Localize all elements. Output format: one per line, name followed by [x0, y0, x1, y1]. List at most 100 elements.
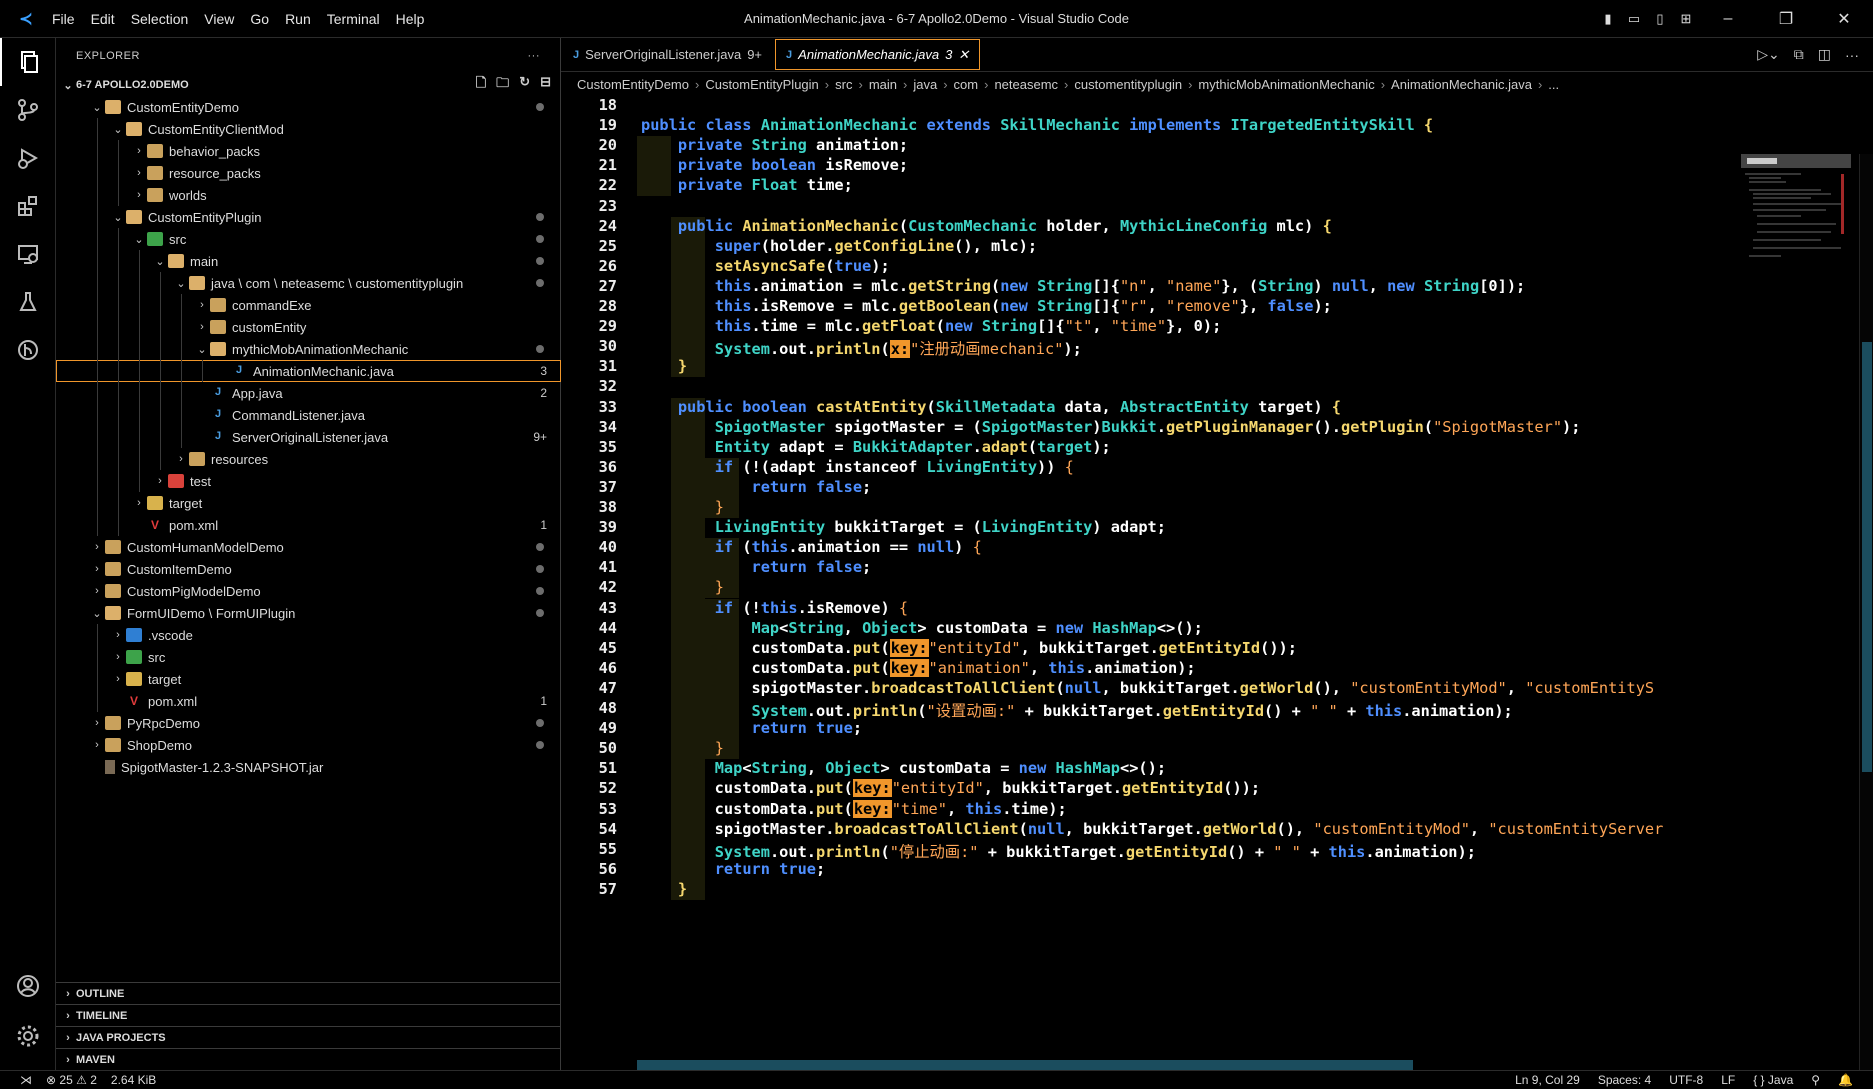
- split-editor-icon[interactable]: ◫: [1818, 46, 1831, 63]
- tree-file[interactable]: J ServerOriginalListener.java 9+: [56, 426, 561, 448]
- vertical-scrollbar[interactable]: [1859, 154, 1873, 1070]
- notifications-icon[interactable]: 🔔: [1838, 1073, 1853, 1087]
- tree-file[interactable]: Vpom.xml 1: [56, 690, 561, 712]
- code-line: setAsyncSafe(true);: [714, 256, 890, 275]
- problems-indicator[interactable]: ⊗ 25 ⚠ 2: [46, 1073, 97, 1087]
- refresh-icon[interactable]: ↻: [519, 74, 530, 96]
- tree-folder[interactable]: › ShopDemo: [56, 734, 561, 756]
- remote-explorer-icon[interactable]: [0, 230, 56, 278]
- tree-folder[interactable]: › CustomItemDemo: [56, 558, 561, 580]
- tree-folder[interactable]: ⌄ FormUIDemo \ FormUIPlugin: [56, 602, 561, 624]
- tree-file[interactable]: SpigotMaster-1.2.3-SNAPSHOT.jar: [56, 756, 561, 778]
- minimize-button[interactable]: –: [1699, 0, 1757, 38]
- breadcrumb-item[interactable]: AnimationMechanic.java: [1391, 77, 1532, 92]
- tree-folder[interactable]: › test: [56, 470, 561, 492]
- tree-folder[interactable]: › commandExe: [56, 294, 561, 316]
- code-line: }: [677, 357, 688, 376]
- breadcrumb-item[interactable]: neteasemc: [994, 77, 1058, 92]
- breadcrumb-item[interactable]: src: [835, 77, 852, 92]
- panel-outline[interactable]: › OUTLINE: [56, 982, 561, 1004]
- panel-java-projects[interactable]: › JAVA PROJECTS: [56, 1026, 561, 1048]
- tree-folder[interactable]: › target: [56, 668, 561, 690]
- more-actions-icon[interactable]: ···: [1845, 47, 1859, 63]
- toggle-primary-sidebar-icon[interactable]: ▮: [1595, 0, 1621, 38]
- tree-folder[interactable]: › customEntity: [56, 316, 561, 338]
- run-icon[interactable]: ▷⌄: [1757, 46, 1780, 63]
- workspace-root[interactable]: ⌄ 6-7 APOLLO2.0DEMO 🗋 🗀 ↻ ⊟: [56, 74, 561, 96]
- panel-timeline[interactable]: › TIMELINE: [56, 1004, 561, 1026]
- accounts-icon[interactable]: [0, 962, 56, 1010]
- feedback-icon[interactable]: ⚲: [1811, 1073, 1820, 1087]
- gitlens-icon[interactable]: [0, 326, 56, 374]
- tree-folder[interactable]: › worlds: [56, 184, 561, 206]
- menu-edit[interactable]: Edit: [91, 11, 115, 27]
- breadcrumb-item[interactable]: CustomEntityDemo: [577, 77, 689, 92]
- tree-folder[interactable]: ⌄ mythicMobAnimationMechanic: [56, 338, 561, 360]
- cursor-position[interactable]: Ln 9, Col 29: [1515, 1073, 1580, 1087]
- menu-selection[interactable]: Selection: [131, 11, 189, 27]
- indentation[interactable]: Spaces: 4: [1598, 1073, 1651, 1087]
- customize-layout-icon[interactable]: ⊞: [1673, 0, 1699, 38]
- breadcrumb-item[interactable]: customentityplugin: [1074, 77, 1182, 92]
- menu-run[interactable]: Run: [285, 11, 311, 27]
- toggle-panel-icon[interactable]: ▭: [1621, 0, 1647, 38]
- menu-file[interactable]: File: [52, 11, 75, 27]
- tree-folder[interactable]: › behavior_packs: [56, 140, 561, 162]
- tree-file[interactable]: J App.java 2: [56, 382, 561, 404]
- tree-folder[interactable]: ⌄ CustomEntityDemo: [56, 96, 561, 118]
- tree-folder[interactable]: › CustomHumanModelDemo: [56, 536, 561, 558]
- tree-folder[interactable]: › .vscode: [56, 624, 561, 646]
- menu-terminal[interactable]: Terminal: [327, 11, 380, 27]
- tree-folder[interactable]: ⌄ java \ com \ neteasemc \ customentitypl…: [56, 272, 561, 294]
- tree-file[interactable]: Vpom.xml 1: [56, 514, 561, 536]
- menu-help[interactable]: Help: [396, 11, 425, 27]
- tree-folder[interactable]: › PyRpcDemo: [56, 712, 561, 734]
- line-ending[interactable]: LF: [1721, 1073, 1735, 1087]
- tree-folder[interactable]: ⌄ CustomEntityPlugin: [56, 206, 561, 228]
- testing-icon[interactable]: [0, 278, 56, 326]
- tree-file[interactable]: J CommandListener.java: [56, 404, 561, 426]
- tree-file[interactable]: J AnimationMechanic.java 3: [56, 360, 561, 382]
- close-tab-icon[interactable]: ✕: [958, 47, 969, 63]
- editor-tab[interactable]: J AnimationMechanic.java 3 ✕: [774, 38, 981, 71]
- editor-tab[interactable]: J ServerOriginalListener.java 9+: [561, 38, 774, 71]
- breadcrumb-item[interactable]: main: [869, 77, 897, 92]
- remote-indicator-icon[interactable]: ⋊: [20, 1073, 32, 1087]
- extensions-icon[interactable]: [0, 182, 56, 230]
- breadcrumb-item[interactable]: mythicMobAnimationMechanic: [1198, 77, 1374, 92]
- breadcrumb-item[interactable]: com: [954, 77, 979, 92]
- encoding[interactable]: UTF-8: [1669, 1073, 1703, 1087]
- breadcrumb-item[interactable]: java: [913, 77, 937, 92]
- close-window-button[interactable]: ✕: [1815, 0, 1873, 38]
- settings-gear-icon[interactable]: [0, 1012, 56, 1060]
- source-control-icon[interactable]: [0, 86, 56, 134]
- collapse-all-icon[interactable]: ⊟: [540, 74, 551, 96]
- language-mode[interactable]: { } Java: [1753, 1073, 1793, 1087]
- vertical-scroll-thumb[interactable]: [1862, 342, 1872, 772]
- explorer-icon[interactable]: [0, 38, 56, 86]
- minimap[interactable]: [1741, 154, 1851, 264]
- panel-maven[interactable]: › MAVEN: [56, 1048, 561, 1070]
- breadcrumb-item[interactable]: ...: [1548, 77, 1559, 92]
- tree-folder[interactable]: ⌄ CustomEntityClientMod: [56, 118, 561, 140]
- open-changes-icon[interactable]: ⧉: [1794, 46, 1804, 63]
- new-file-icon[interactable]: 🗋: [476, 74, 486, 96]
- more-actions-icon[interactable]: ···: [528, 50, 541, 62]
- tree-folder[interactable]: › target: [56, 492, 561, 514]
- new-folder-icon[interactable]: 🗀: [496, 74, 509, 96]
- tree-folder[interactable]: › resource_packs: [56, 162, 561, 184]
- breadcrumb-item[interactable]: CustomEntityPlugin: [705, 77, 818, 92]
- toggle-secondary-sidebar-icon[interactable]: ▯: [1647, 0, 1673, 38]
- tree-folder[interactable]: ⌄ src: [56, 228, 561, 250]
- code-editor[interactable]: 18 19 public class AnimationMechanic exten…: [561, 96, 1873, 1070]
- menu-view[interactable]: View: [204, 11, 234, 27]
- run-debug-icon[interactable]: [0, 134, 56, 182]
- tree-folder[interactable]: › CustomPigModelDemo: [56, 580, 561, 602]
- tree-folder[interactable]: › src: [56, 646, 561, 668]
- menu-go[interactable]: Go: [250, 11, 269, 27]
- tree-folder[interactable]: ⌄ main: [56, 250, 561, 272]
- restore-button[interactable]: ❐: [1757, 0, 1815, 38]
- horizontal-scroll-thumb[interactable]: [637, 1060, 1413, 1070]
- tree-folder[interactable]: › resources: [56, 448, 561, 470]
- maven-file-icon: V: [150, 518, 159, 532]
